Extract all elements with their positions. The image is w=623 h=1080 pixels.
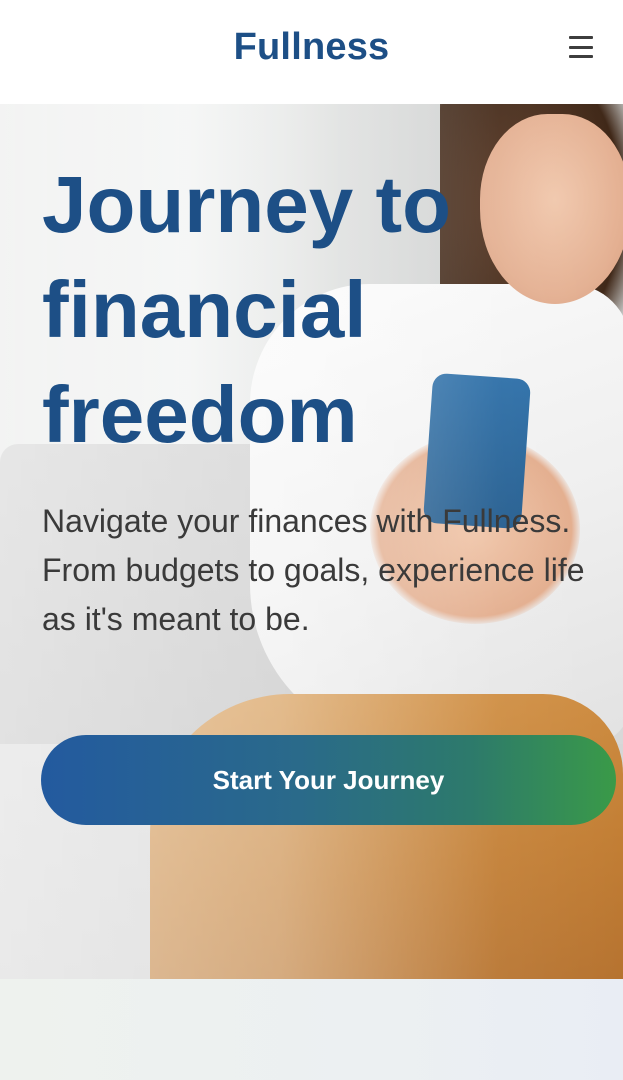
hero-content: Journey to financial freedom Navigate yo… (42, 152, 617, 644)
site-header: Fullness (0, 0, 623, 104)
start-journey-button[interactable]: Start Your Journey (41, 735, 616, 825)
hero-title: Journey to financial freedom (42, 160, 451, 459)
brand-logo[interactable]: Fullness (234, 26, 390, 69)
hero-subtitle: Navigate your finances with Fullness. Fr… (42, 503, 585, 637)
hamburger-menu-icon[interactable] (569, 36, 595, 58)
next-section (0, 979, 623, 1080)
menu-line (569, 55, 593, 58)
menu-line (569, 45, 593, 49)
menu-line (569, 36, 593, 39)
hero-section: Journey to financial freedom Navigate yo… (0, 104, 623, 979)
